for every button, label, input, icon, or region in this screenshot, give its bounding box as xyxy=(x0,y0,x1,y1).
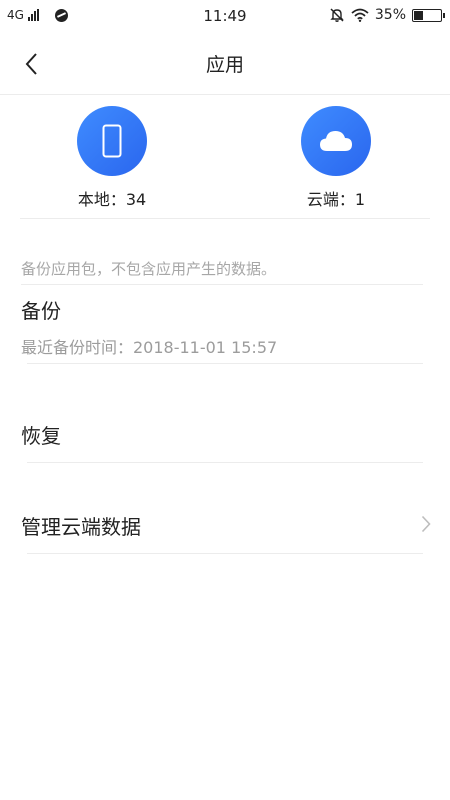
status-right: 35% xyxy=(329,7,445,23)
app-header: 应用 xyxy=(0,32,450,95)
divider xyxy=(21,284,423,285)
local-apps-summary[interactable]: 本地：34 xyxy=(42,106,182,210)
backup-notice: 备份应用包，不包含应用产生的数据。 xyxy=(21,260,277,278)
phone-icon xyxy=(102,124,122,158)
restore-title: 恢复 xyxy=(21,424,61,448)
cloud-count-label: 云端：1 xyxy=(306,190,366,209)
page-title: 应用 xyxy=(205,54,244,76)
backup-row[interactable]: 备份 最近备份时间：2018-11-01 15:57 xyxy=(21,295,431,357)
phone-icon-circle xyxy=(77,106,147,176)
battery-icon xyxy=(412,8,445,22)
wifi-icon xyxy=(351,8,369,22)
summary-panel: 本地：34 云端：1 xyxy=(20,96,430,219)
divider xyxy=(27,553,423,554)
mute-bell-icon xyxy=(330,8,344,22)
last-backup-time: 最近备份时间：2018-11-01 15:57 xyxy=(21,338,278,357)
manage-cloud-data-row[interactable]: 管理云端数据 xyxy=(21,511,431,541)
cloud-apps-summary[interactable]: 云端：1 xyxy=(266,106,406,210)
local-count-label: 本地：34 xyxy=(77,190,147,209)
cloud-icon xyxy=(320,131,352,151)
battery-percent: 35% xyxy=(374,7,406,23)
restore-row[interactable]: 恢复 xyxy=(21,420,431,450)
status-bar: 4G 11:49 35% xyxy=(0,0,450,32)
divider xyxy=(27,363,423,364)
backup-title: 备份 xyxy=(21,299,61,323)
cloud-icon-circle xyxy=(301,106,371,176)
manage-cloud-data-title: 管理云端数据 xyxy=(21,515,141,539)
divider xyxy=(27,462,423,463)
chevron-right-icon xyxy=(421,515,431,533)
